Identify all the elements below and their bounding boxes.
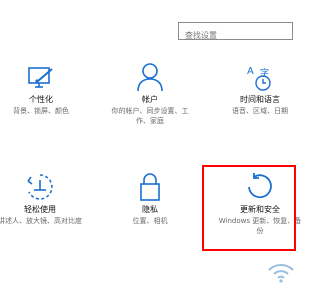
privacy-lock-icon: [140, 173, 160, 201]
highlight-box: [202, 165, 296, 251]
wifi-watermark: [266, 260, 296, 288]
tile-accounts-title: 帐户: [142, 95, 158, 104]
time-language-icon: A 字: [247, 66, 271, 91]
search-box[interactable]: [178, 22, 298, 44]
tile-privacy-desc: 位置、相机: [132, 217, 168, 225]
tile-personalization-desc: 背景、锁屏、颜色: [13, 107, 69, 115]
settings-home: 个性化 背景、锁屏、颜色 帐户 你的帐户、同步设置、工作、家庭 A 字 时间和语…: [0, 0, 301, 300]
tile-privacy-title: 隐私: [142, 205, 158, 214]
personalization-icon: [28, 67, 53, 88]
search-input[interactable]: [179, 27, 298, 44]
tile-personalization[interactable]: 个性化 背景、锁屏、颜色: [0, 66, 89, 116]
ease-of-access-icon: [27, 174, 53, 200]
wifi-icon: [268, 264, 294, 283]
svg-text:A: A: [247, 66, 254, 77]
tile-time-language[interactable]: A 字 时间和语言 语音、区域、日期: [212, 62, 308, 116]
tile-personalization-title: 个性化: [29, 95, 53, 104]
tile-accounts[interactable]: 帐户 你的帐户、同步设置、工作、家庭: [102, 62, 198, 126]
account-icon: [137, 63, 163, 92]
tile-ease-of-access[interactable]: 轻松使用 讲述人、放大镜、高对比度: [0, 172, 88, 226]
tile-ease-of-access-title: 轻松使用: [24, 205, 56, 214]
tile-ease-of-access-desc: 讲述人、放大镜、高对比度: [0, 217, 82, 225]
tile-time-language-title: 时间和语言: [240, 95, 280, 104]
tile-privacy[interactable]: 隐私 位置、相机: [102, 172, 198, 226]
tile-time-language-desc: 语音、区域、日期: [232, 107, 288, 115]
tile-accounts-desc: 你的帐户、同步设置、工作、家庭: [111, 107, 189, 125]
